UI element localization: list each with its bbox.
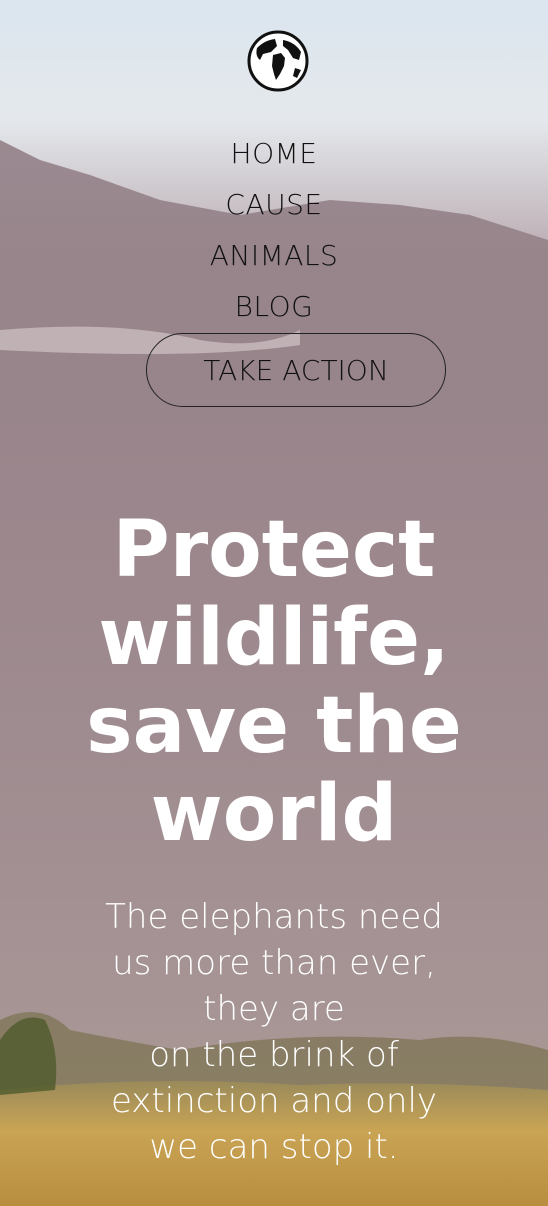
hero-description: The elephants need us more than ever, th… <box>90 894 458 1170</box>
take-action-button[interactable]: TAKE ACTION <box>146 333 446 407</box>
hero-text-line: us more than ever, <box>112 943 436 983</box>
hero-title: Protect wildlife, save the world <box>86 505 462 859</box>
hero-text-line: they are <box>203 989 345 1029</box>
hero-text-line: we can stop it. <box>149 1127 399 1167</box>
globe-logo[interactable] <box>247 30 309 92</box>
nav-item-animals[interactable]: ANIMALS <box>0 230 548 281</box>
hero-text-line: The elephants need <box>105 897 443 937</box>
globe-icon <box>247 30 309 92</box>
nav-item-blog[interactable]: BLOG <box>0 281 548 332</box>
nav-item-cause[interactable]: CAUSE <box>0 179 548 230</box>
main-nav: HOME CAUSE ANIMALS BLOG <box>0 128 548 332</box>
hero-background: HOME CAUSE ANIMALS BLOG TAKE ACTION Prot… <box>0 0 548 1206</box>
hero-text-line: on the brink of <box>149 1035 399 1075</box>
hero-text-line: extinction and only <box>110 1081 438 1121</box>
nav-item-home[interactable]: HOME <box>0 128 548 179</box>
